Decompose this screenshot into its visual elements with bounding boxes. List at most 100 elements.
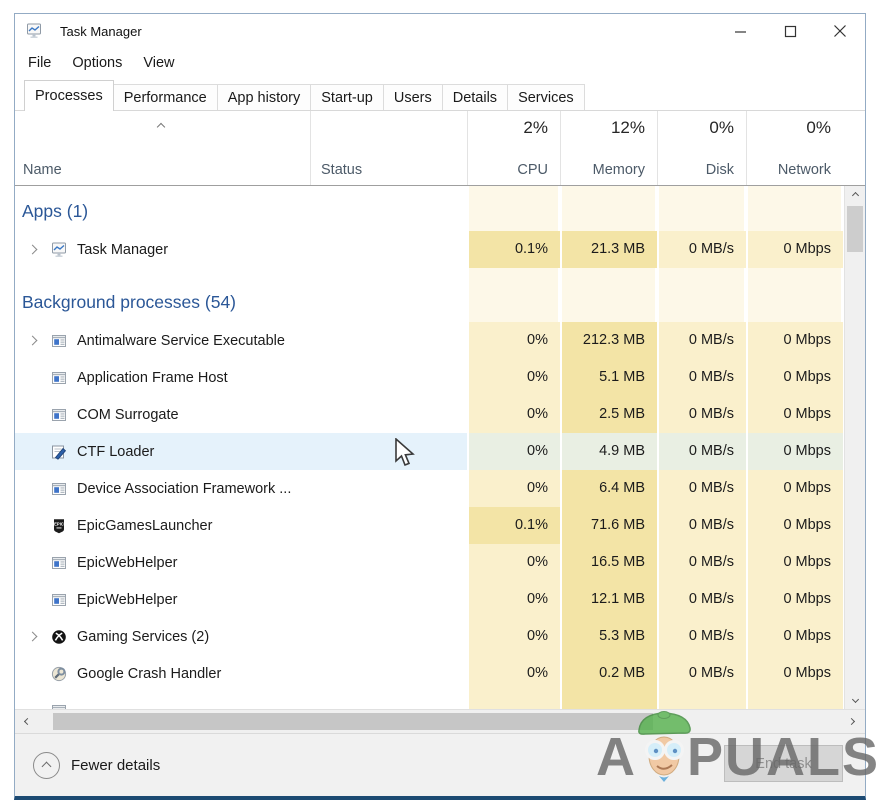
minimize-button[interactable] bbox=[715, 16, 765, 46]
process-name: Gaming Services (2) bbox=[77, 628, 210, 645]
network-cell: 0 Mbps bbox=[746, 655, 843, 692]
memory-cell: 5.3 MB bbox=[560, 618, 657, 655]
expand-chevron-icon[interactable] bbox=[27, 631, 38, 642]
menu-item-file[interactable]: File bbox=[28, 55, 51, 71]
group-header[interactable]: Apps (1) bbox=[15, 191, 865, 231]
process-name-cell: Device Association Framework ... bbox=[15, 470, 310, 507]
column-header-memory[interactable]: 12% Memory bbox=[560, 111, 657, 185]
tab-services[interactable]: Services bbox=[507, 84, 585, 110]
process-name-cell: EpicWebHelper bbox=[15, 581, 310, 618]
disk-cell: 0 MB/s bbox=[657, 231, 746, 268]
expander-slot bbox=[24, 631, 51, 642]
column-header-name[interactable]: Name bbox=[15, 111, 310, 185]
status-cell bbox=[310, 507, 467, 544]
network-cell: 0 Mbps bbox=[746, 507, 843, 544]
expand-chevron-icon[interactable] bbox=[27, 335, 38, 346]
network-cell bbox=[746, 692, 843, 709]
tab-app-history[interactable]: App history bbox=[216, 84, 312, 110]
process-row[interactable]: EPIC EpicGamesLauncher 0.1% 71.6 MB 0 MB/s 0 … bbox=[15, 507, 865, 544]
window-title: Task Manager bbox=[60, 23, 142, 39]
close-button[interactable] bbox=[815, 16, 865, 46]
cpu-cell: 0% bbox=[467, 618, 560, 655]
disk-cell: 0 MB/s bbox=[657, 581, 746, 618]
fewer-details-button[interactable]: Fewer details bbox=[33, 751, 160, 779]
task-manager-icon bbox=[51, 242, 67, 258]
tab-users[interactable]: Users bbox=[382, 84, 443, 110]
end-task-button[interactable]: End task bbox=[724, 745, 843, 782]
process-name-cell: Task Manager bbox=[15, 231, 310, 268]
tab-start-up[interactable]: Start-up bbox=[310, 84, 384, 110]
process-row[interactable]: CTF Loader 0% 4.9 MB 0 MB/s 0 Mbps bbox=[15, 433, 865, 470]
scroll-left-button[interactable] bbox=[17, 710, 37, 733]
status-bar: Fewer details End task bbox=[15, 733, 865, 796]
process-row[interactable]: Device Association Framework ... 0% 6.4 MB… bbox=[15, 470, 865, 507]
process-row[interactable]: EpicWebHelper 0% 12.1 MB 0 MB/s 0 Mbps bbox=[15, 581, 865, 618]
title-bar: Task Manager bbox=[15, 14, 865, 48]
process-row[interactable]: Antimalware Service Executable 0% 212.3 MB… bbox=[15, 322, 865, 359]
screenshot-stage: Task Manager File Options View Processes… bbox=[0, 0, 878, 810]
status-cell bbox=[310, 359, 467, 396]
process-name-cell: EpicWebHelper bbox=[15, 544, 310, 581]
process-row[interactable]: Gaming Services (2) 0% 5.3 MB 0 MB/s 0 Mbps bbox=[15, 618, 865, 655]
process-list: Apps (1) Task Manager 0.1% 21.3 MB 0 MB/s 0 M… bbox=[15, 186, 865, 709]
horizontal-scrollbar[interactable] bbox=[15, 709, 865, 733]
column-header-disk[interactable]: 0% Disk bbox=[657, 111, 746, 185]
menu-item-view[interactable]: View bbox=[143, 55, 174, 71]
cpu-cell: 0.1% bbox=[467, 507, 560, 544]
process-name-cell: CTF Loader bbox=[15, 433, 310, 470]
group-header[interactable]: Background processes (54) bbox=[15, 282, 865, 322]
cpu-cell: 0% bbox=[467, 581, 560, 618]
process-name-cell: Gaming Services (2) bbox=[15, 618, 310, 655]
tab-performance[interactable]: Performance bbox=[112, 84, 218, 110]
group-header-label: Apps (1) bbox=[22, 200, 89, 221]
status-cell bbox=[310, 581, 467, 618]
maximize-button[interactable] bbox=[765, 16, 815, 46]
circle-chevron-up-icon bbox=[33, 751, 60, 779]
header-scroll-corner bbox=[843, 111, 865, 185]
column-header-cpu[interactable]: 2% CPU bbox=[467, 111, 560, 185]
disk-cell: 0 MB/s bbox=[657, 322, 746, 359]
process-name: Google Crash Handler bbox=[77, 665, 222, 682]
process-row[interactable]: COM Surrogate 0% 2.5 MB 0 MB/s 0 Mbps bbox=[15, 396, 865, 433]
default-app-icon bbox=[51, 555, 67, 571]
cpu-cell: 0% bbox=[467, 470, 560, 507]
tab-processes[interactable]: Processes bbox=[24, 80, 114, 111]
default-app-icon bbox=[51, 370, 67, 386]
horizontal-scroll-thumb[interactable] bbox=[53, 713, 653, 730]
network-cell: 0 Mbps bbox=[746, 322, 843, 359]
close-icon bbox=[834, 25, 846, 37]
menu-item-options[interactable]: Options bbox=[72, 55, 122, 71]
chevron-right-icon bbox=[847, 717, 855, 726]
scroll-right-button[interactable] bbox=[841, 710, 861, 733]
expander-slot bbox=[24, 244, 51, 255]
network-cell: 0 Mbps bbox=[746, 396, 843, 433]
process-row[interactable]: Google Crash Handler 0% 0.2 MB 0 MB/s 0 Mbps bbox=[15, 655, 865, 692]
network-cell: 0 Mbps bbox=[746, 433, 843, 470]
expand-chevron-icon[interactable] bbox=[27, 244, 38, 255]
cpu-cell: 0% bbox=[467, 544, 560, 581]
status-cell bbox=[310, 322, 467, 359]
disk-cell: 0 MB/s bbox=[657, 359, 746, 396]
process-name: COM Surrogate bbox=[77, 406, 179, 423]
memory-cell: 212.3 MB bbox=[560, 322, 657, 359]
sort-ascending-icon bbox=[156, 122, 165, 132]
status-cell bbox=[310, 544, 467, 581]
memory-total-percent: 12% bbox=[610, 118, 645, 137]
disk-cell: 0 MB/s bbox=[657, 470, 746, 507]
column-header-status[interactable]: Status bbox=[310, 111, 467, 185]
process-row[interactable]: Task Manager 0.1% 21.3 MB 0 MB/s 0 Mbps bbox=[15, 231, 865, 268]
process-name: Application Frame Host bbox=[77, 369, 228, 386]
process-row[interactable]: EpicWebHelper 0% 16.5 MB 0 MB/s 0 Mbps bbox=[15, 544, 865, 581]
epic-games-icon: EPIC bbox=[51, 518, 67, 534]
disk-cell: 0 MB/s bbox=[657, 507, 746, 544]
column-header-network[interactable]: 0% Network bbox=[746, 111, 843, 185]
status-cell bbox=[310, 470, 467, 507]
tab-strip: Processes Performance App history Start-… bbox=[15, 78, 865, 111]
process-row[interactable] bbox=[15, 692, 865, 709]
process-row[interactable]: Application Frame Host 0% 5.1 MB 0 MB/s 0 Mb… bbox=[15, 359, 865, 396]
process-rows: Apps (1) Task Manager 0.1% 21.3 MB 0 MB/s 0 M… bbox=[15, 186, 865, 709]
column-header-row: Name Status 2% CPU 12% Memory 0% Disk 0%… bbox=[15, 111, 865, 186]
tab-details[interactable]: Details bbox=[441, 84, 509, 110]
status-cell bbox=[310, 692, 467, 709]
default-app-icon bbox=[51, 407, 67, 423]
